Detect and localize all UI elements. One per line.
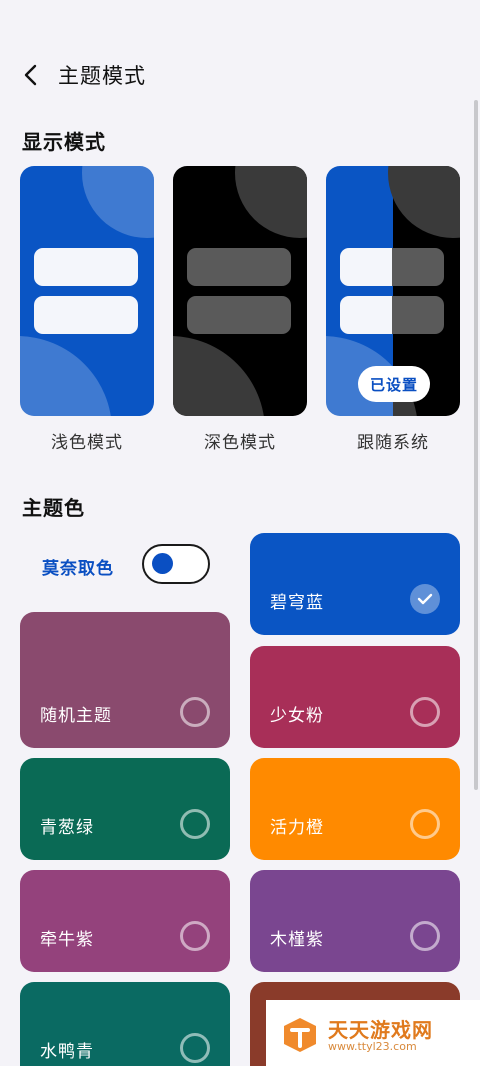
theme-card-sky-blue[interactable]: 碧穹蓝 [250,533,460,635]
theme-name: 随机主题 [40,706,112,726]
theme-card-morning-glory[interactable]: 牵牛紫 [20,870,230,972]
theme-card-girl-pink[interactable]: 少女粉 [250,646,460,748]
theme-card-orange[interactable]: 活力橙 [250,758,460,860]
check-icon [410,584,440,614]
back-button[interactable] [14,58,48,92]
theme-card-random[interactable]: 随机主题 [20,612,230,748]
preview-bar [34,248,138,286]
theme-name: 活力橙 [270,818,324,838]
decor-circle [388,166,460,238]
theme-name: 青葱绿 [40,818,94,838]
radio-icon [410,697,440,727]
dark-mode-card[interactable] [173,166,307,416]
follow-system-label: 跟随系统 [357,433,429,453]
scrollbar[interactable] [474,100,478,790]
radio-icon [180,697,210,727]
radio-icon [410,921,440,951]
theme-name: 牵牛紫 [40,930,94,950]
chevron-left-icon [24,64,37,86]
preview-bar [187,296,291,334]
theme-card-teal[interactable]: 水鸭青 [20,982,230,1066]
follow-system-card[interactable]: 已设置 [326,166,460,416]
watermark-url: www.ttyl23.com [328,1040,417,1053]
theme-name: 碧穹蓝 [270,593,324,613]
preview-bar [340,296,444,334]
preview-bar [187,248,291,286]
selected-badge: 已设置 [358,366,430,402]
theme-card-hibiscus[interactable]: 木槿紫 [250,870,460,972]
decor-circle [173,336,265,416]
decor-circle [235,166,307,238]
theme-color-title: 主题色 [22,496,85,520]
radio-icon [180,1033,210,1063]
preview-bar [34,296,138,334]
display-mode-title: 显示模式 [22,130,106,154]
monet-color-label: 莫奈取色 [42,559,114,579]
decor-circle [20,336,112,416]
preview-bar [340,248,444,286]
header-bar: 主题模式 [0,48,480,104]
page-title: 主题模式 [58,64,146,88]
monet-toggle[interactable] [142,544,210,584]
theme-name: 木槿紫 [270,930,324,950]
toggle-knob [152,553,173,574]
radio-icon [410,809,440,839]
light-mode-label: 浅色模式 [51,433,123,453]
watermark: 天天游戏网 www.ttyl23.com [266,1000,480,1066]
theme-card-green[interactable]: 青葱绿 [20,758,230,860]
radio-icon [180,921,210,951]
watermark-title: 天天游戏网 [328,1018,433,1042]
watermark-logo [284,1018,316,1052]
light-mode-card[interactable] [20,166,154,416]
dark-mode-label: 深色模式 [204,433,276,453]
decor-circle [82,166,154,238]
theme-name: 少女粉 [270,706,324,726]
theme-name: 水鸭青 [40,1042,94,1062]
radio-icon [180,809,210,839]
